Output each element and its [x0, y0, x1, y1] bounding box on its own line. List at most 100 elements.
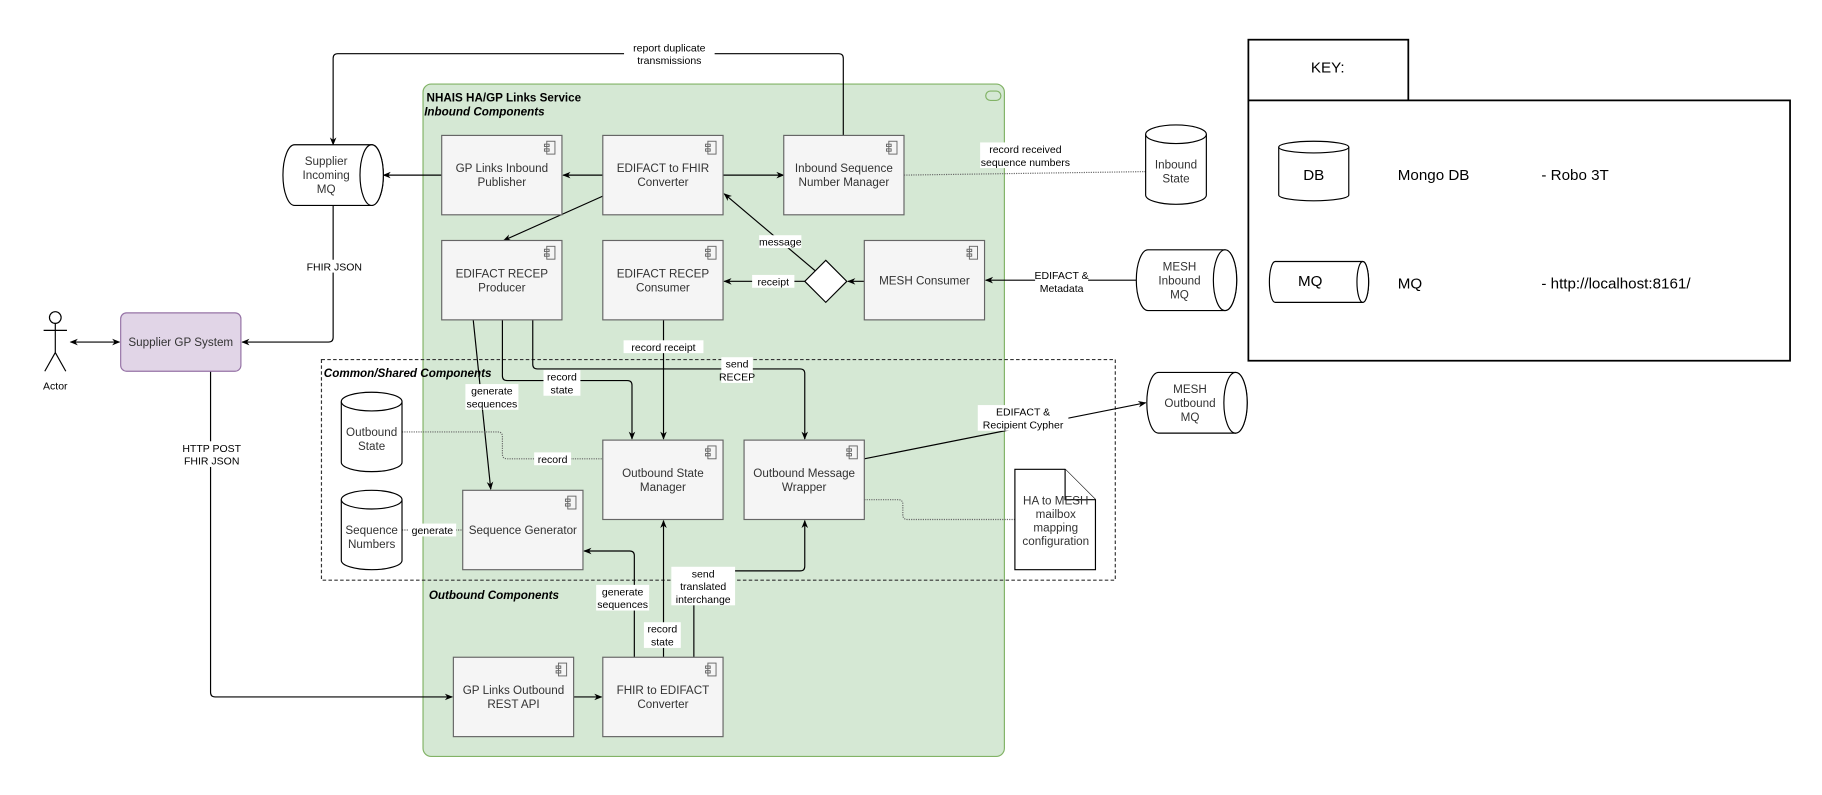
edge-label-message: message [759, 235, 802, 249]
edge-label-record-receipt: record receipt [623, 340, 704, 354]
gp_links_inbound_publisher-label-line: GP Links Inbound [456, 162, 548, 175]
actor-label-line: Actor [43, 380, 68, 392]
inbound_state-label-line: State [1162, 173, 1189, 186]
generate_sequences_in-label-line: sequences [467, 398, 518, 410]
svg-text:DB: DB [1303, 167, 1324, 184]
key-db-tool: - Robo 3T [1541, 167, 1608, 184]
supplier-gp-system[interactable]: Supplier GP System [120, 312, 242, 372]
send_recep-label-line: send [726, 359, 749, 371]
edge-label-send-recep: sendRECEP [719, 357, 755, 384]
outbound_state_manager-label-line: Manager [640, 481, 686, 494]
mq-to-supplier-edge [241, 205, 334, 346]
edge-label-record: record [534, 452, 572, 466]
mailbox_mapping-label-line: HA to MESH [1023, 495, 1088, 508]
architecture-diagram: NHAIS HA/GP Links Service Inbound Compon… [43, 38, 1791, 758]
component-gp-links-outbound-api[interactable]: GP Links OutboundREST API [452, 656, 575, 738]
supplier_incoming_mq-label-line: MQ [317, 183, 336, 196]
edge-label-receipt: receipt [752, 274, 795, 288]
edifact_metadata-label-line: EDIFACT & [1035, 270, 1089, 282]
queue-mesh-outbound-mq[interactable]: MESHOutboundMQ [1146, 371, 1248, 434]
component-sequence-generator[interactable]: Sequence Generator [462, 489, 584, 571]
edifact_cypher-label-line: Recipient Cypher [983, 419, 1064, 431]
record_received-label-line: sequence numbers [981, 157, 1070, 169]
fhir_to_edifact-label-line: Converter [637, 698, 688, 711]
component-recep-consumer[interactable]: EDIFACT RECEPConsumer [602, 239, 724, 321]
svg-text:MQ: MQ [1298, 273, 1323, 290]
message-label-line: message [759, 237, 802, 249]
component-gp-links-inbound-publisher[interactable]: GP Links InboundPublisher [441, 134, 563, 216]
service-title: NHAIS HA/GP Links Service [427, 92, 582, 105]
component-outbound-state-manager[interactable]: Outbound StateManager [602, 439, 724, 521]
key-mq-tool: - http://localhost:8161/ [1541, 275, 1691, 292]
key-legend: KEY: DB Mongo DB - Robo 3T MQ MQ - http:… [1247, 38, 1791, 362]
mailbox-mapping-config-note[interactable]: HA to MESHmailboxmappingconfiguration [1014, 468, 1097, 571]
outbound_message_wrapper-label-line: Outbound Message [753, 467, 855, 480]
gp_links_outbound_api-label-line: REST API [487, 698, 539, 711]
edge-label-generate-sequences-out: generatesequences [596, 584, 650, 611]
common-components-label: Common/Shared Components [324, 367, 492, 380]
database-sequence-numbers[interactable]: SequenceNumbers [340, 489, 403, 571]
component-inbound-sequence-manager[interactable]: Inbound SequenceNumber Manager [783, 134, 905, 216]
mesh_inbound_mq-label-line: MESH [1163, 260, 1197, 273]
gp_links_inbound_publisher-label-line: Publisher [478, 176, 527, 189]
key-db-symbol: DB [1278, 140, 1350, 202]
send_translated-label-line: interchange [676, 594, 731, 606]
record-label-line: record [538, 454, 568, 466]
recep_producer-label-line: Producer [478, 281, 525, 294]
receipt-label-line: receipt [757, 276, 789, 288]
mesh_inbound_mq-label-line: MQ [1170, 288, 1189, 301]
recep_producer-label-line: EDIFACT RECEP [456, 267, 549, 280]
outbound_message_wrapper-label-line: Wrapper [782, 481, 827, 494]
outbound-components-label: Outbound Components [429, 589, 560, 602]
supplier_incoming_mq-label-line: Supplier [305, 155, 348, 168]
edifact_cypher-label-line: EDIFACT & [996, 407, 1050, 419]
sequence_generator-label-line: Sequence Generator [469, 524, 577, 537]
inbound_sequence_manager-label-line: Number Manager [799, 176, 890, 189]
edifact_metadata-label-line: Metadata [1040, 283, 1084, 295]
edifact_to_fhir-label-line: EDIFACT to FHIR [617, 162, 709, 175]
component-recep-producer[interactable]: EDIFACT RECEPProducer [441, 239, 563, 321]
fhir_json-label-line: FHIR JSON [307, 261, 362, 273]
inbound-components-label: Inbound Components [424, 106, 545, 119]
component-fhir-to-edifact[interactable]: FHIR to EDIFACTConverter [602, 656, 724, 738]
generate_sequences_out-label-line: generate [602, 586, 644, 598]
queue-mesh-inbound-mq[interactable]: MESHInboundMQ [1135, 249, 1238, 312]
record_state_out-label-line: record [647, 624, 677, 636]
record_received-label-line: record received [989, 144, 1062, 156]
record_receipt-label-line: record receipt [631, 342, 695, 354]
sequence_numbers-label-line: Numbers [348, 538, 395, 551]
component-mesh-consumer[interactable]: MESH Consumer [863, 239, 986, 321]
database-inbound-state[interactable]: InboundState [1145, 124, 1207, 205]
recep_consumer-label-line: EDIFACT RECEP [617, 267, 710, 280]
generate_sequences_out-label-line: sequences [597, 599, 648, 611]
edge-label-record-state-in: recordstate [543, 370, 581, 396]
supplier_gp_system-label-line: Supplier GP System [128, 336, 233, 349]
queue-supplier-incoming-mq[interactable]: SupplierIncomingMQ [282, 144, 384, 207]
mesh_outbound_mq-label-line: MESH [1173, 383, 1207, 396]
record_state_in-label-line: record [547, 372, 577, 384]
database-outbound-state[interactable]: OutboundState [340, 391, 403, 473]
edifact_to_fhir-label-line: Converter [637, 176, 688, 189]
edge-label-generate: generate [408, 523, 457, 537]
send_translated-label-line: translated [680, 581, 726, 593]
send_recep-label-line: RECEP [719, 372, 755, 384]
edge-label-edifact-metadata: EDIFACT &Metadata [1035, 268, 1089, 295]
edge-label-http-post: HTTP POSTFHIR JSON [182, 441, 242, 468]
http_post-label-line: HTTP POST [182, 443, 241, 455]
key-body [1247, 99, 1791, 362]
outbound_state-label-line: State [358, 440, 385, 453]
component-edifact-to-fhir[interactable]: EDIFACT to FHIRConverter [602, 134, 724, 216]
mailbox_mapping-label-line: mapping [1033, 521, 1078, 534]
key-db-name: Mongo DB [1398, 167, 1470, 184]
edge-label-edifact-cypher: EDIFACT &Recipient Cypher [977, 405, 1069, 431]
component-outbound-message-wrapper[interactable]: Outbound MessageWrapper [743, 439, 865, 521]
send_translated-label-line: send [692, 568, 715, 580]
key-mq-name: MQ [1398, 275, 1423, 292]
mailbox_mapping-label-line: configuration [1022, 535, 1089, 548]
mesh_inbound_mq-label-line: Inbound [1158, 274, 1200, 287]
gp_links_outbound_api-label-line: GP Links Outbound [463, 684, 565, 697]
record_state_out-label-line: state [651, 637, 674, 649]
sequence_numbers-label-line: Sequence [345, 524, 398, 537]
mesh_consumer-label-line: MESH Consumer [879, 274, 970, 287]
outbound_state-label-line: Outbound [346, 426, 397, 439]
